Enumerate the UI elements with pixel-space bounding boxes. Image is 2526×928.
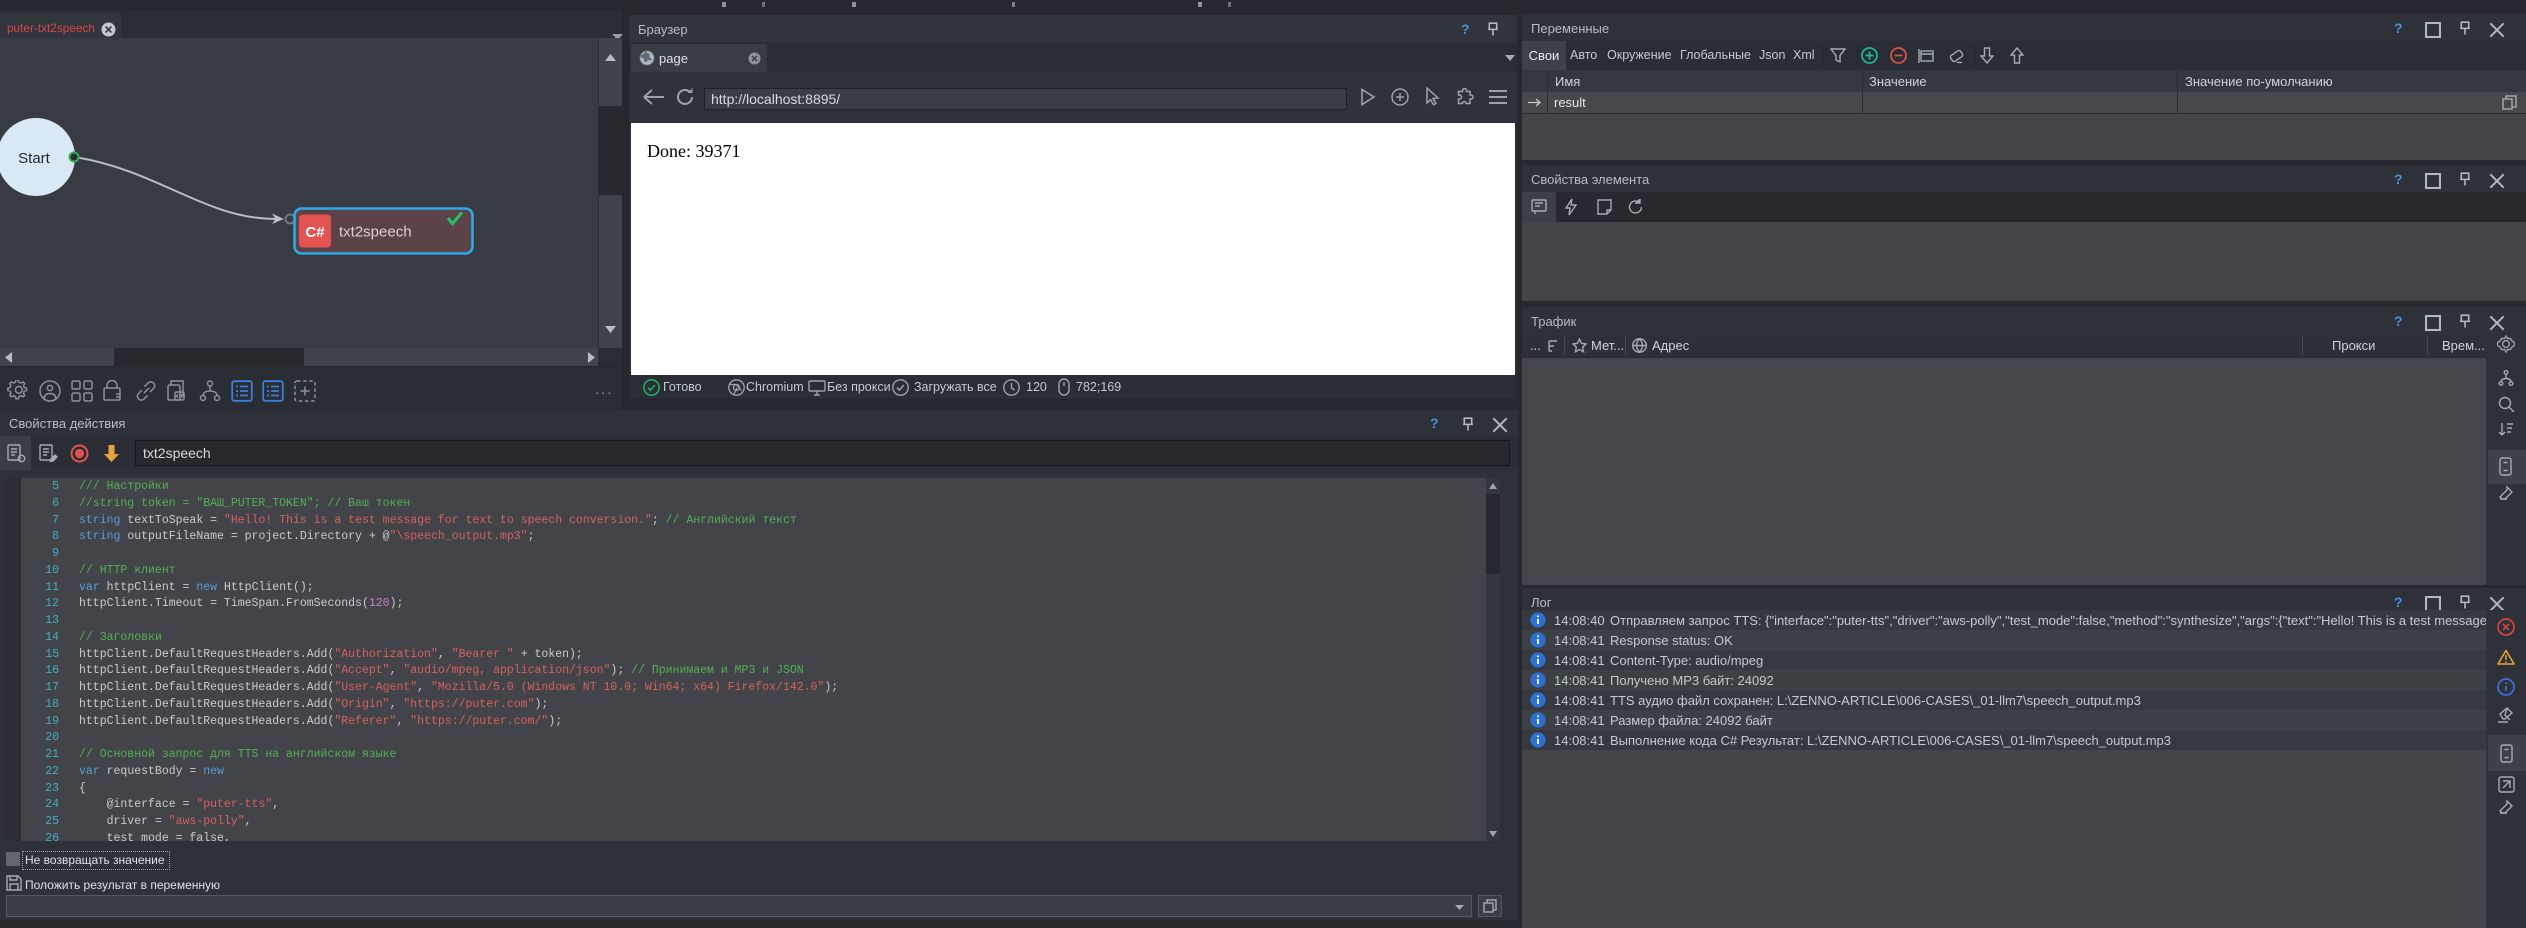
svg-text:Start: Start xyxy=(18,150,51,167)
svg-text:C#: C# xyxy=(305,224,325,241)
svg-text:txt2speech: txt2speech xyxy=(339,224,412,241)
